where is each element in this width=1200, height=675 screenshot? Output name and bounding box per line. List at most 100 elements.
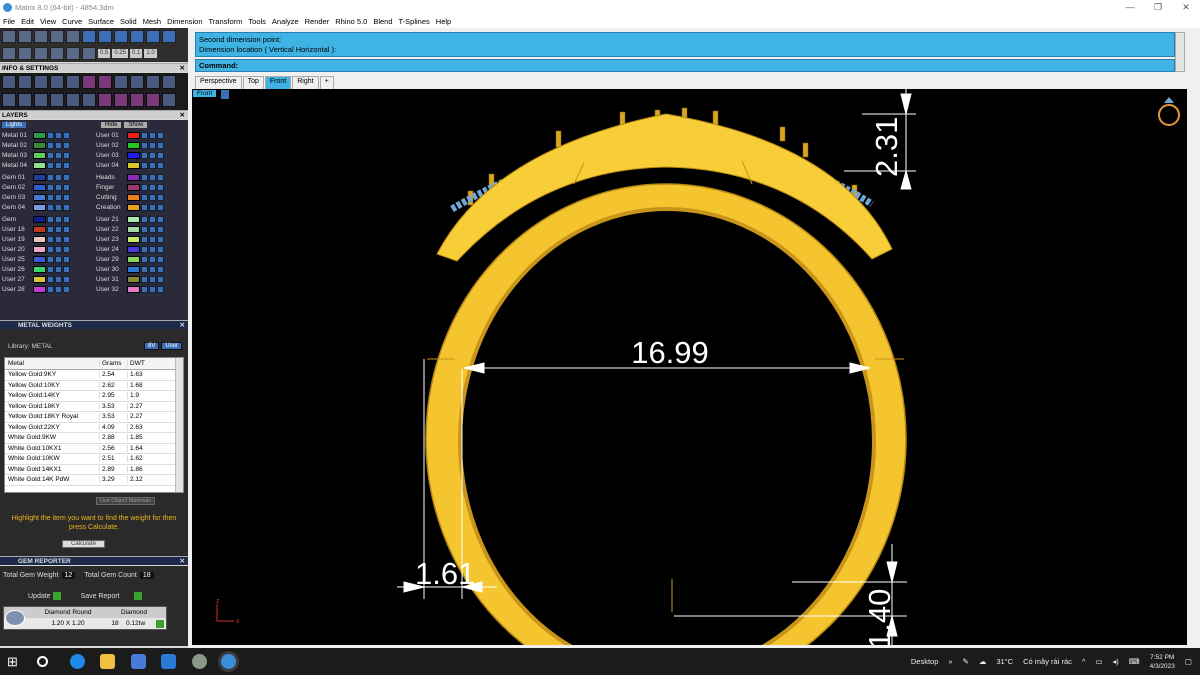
lock-icon[interactable] [141,266,148,273]
visibility-icon[interactable] [149,266,156,273]
layer-option-icon[interactable] [157,236,164,243]
settings-button[interactable] [114,93,128,107]
layer-row[interactable]: User 27 [0,275,70,284]
visibility-icon[interactable] [149,142,156,149]
lock-icon[interactable] [141,286,148,293]
tool-button[interactable] [82,30,96,43]
layer-row[interactable]: User 02 [94,141,164,150]
layer-option-icon[interactable] [63,226,70,233]
close-icon[interactable]: ✕ [180,111,185,120]
lock-icon[interactable] [141,174,148,181]
save-report-button[interactable]: Save Report [81,592,142,600]
visibility-icon[interactable] [149,174,156,181]
layer-row[interactable]: User 30 [94,265,164,274]
command-input[interactable]: Command: [195,59,1175,72]
layer-row[interactable]: Gem 03 [0,193,70,202]
layer-row[interactable]: Gem [0,215,70,224]
layer-option-icon[interactable] [157,286,164,293]
settings-button[interactable] [146,75,160,89]
lock-icon[interactable] [47,266,54,273]
visibility-icon[interactable] [55,246,62,253]
layer-row[interactable]: Gem 01 [0,173,70,182]
tool-button[interactable] [162,30,176,43]
tab-top[interactable]: Top [242,76,264,89]
lock-icon[interactable] [47,226,54,233]
visibility-icon[interactable] [55,276,62,283]
layer-option-icon[interactable] [63,152,70,159]
search-icon[interactable] [37,656,48,667]
maximize-button[interactable]: ❐ [1144,0,1172,14]
layer-color-swatch[interactable] [127,226,140,233]
visibility-icon[interactable] [149,226,156,233]
layer-color-swatch[interactable] [127,276,140,283]
table-row[interactable]: Yellow Gold:9KY 2.54 1.63 [5,370,183,381]
layer-row[interactable]: User 20 [0,245,70,254]
step-value[interactable]: 0.1 [130,49,143,58]
settings-button[interactable] [130,75,144,89]
table-row[interactable]: White Gold:10KX1 2.56 1.64 [5,444,183,454]
settings-button[interactable] [114,75,128,89]
tool-button[interactable] [66,47,80,60]
visibility-icon[interactable] [149,132,156,139]
visibility-icon[interactable] [149,246,156,253]
table-row[interactable]: Yellow Gold:22KY 4.09 2.63 [5,423,183,433]
tool-button[interactable] [2,47,16,60]
lock-icon[interactable] [47,184,54,191]
settings-button[interactable] [34,75,48,89]
lock-icon[interactable] [141,142,148,149]
visibility-icon[interactable] [55,266,62,273]
layer-option-icon[interactable] [63,174,70,181]
visibility-icon[interactable] [55,194,62,201]
layer-row[interactable]: User 18 [0,225,70,234]
keyboard-icon[interactable]: ⌨ [1129,657,1140,666]
lock-icon[interactable] [47,142,54,149]
layer-row[interactable]: User 29 [94,255,164,264]
lock-icon[interactable] [47,216,54,223]
close-icon[interactable]: ✕ [180,64,185,73]
settings-button[interactable] [98,93,112,107]
layer-option-icon[interactable] [63,236,70,243]
layer-row[interactable]: Gem 04 [0,203,70,212]
settings-button[interactable] [82,75,96,89]
table-row[interactable]: White Gold:9KW 2.88 1.85 [5,433,183,444]
close-icon[interactable]: ✕ [180,321,185,330]
volume-icon[interactable]: ◂) [1113,657,1119,666]
menu-item[interactable]: Dimension [164,17,205,26]
pen-icon[interactable]: ✎ [963,657,969,666]
hide-button[interactable]: Hide [101,122,122,128]
menu-item[interactable]: Analyze [269,17,302,26]
layer-color-swatch[interactable] [33,216,46,223]
layer-color-swatch[interactable] [33,286,46,293]
layer-row[interactable]: Metal 01 [0,131,70,140]
weather-temp[interactable]: 31°C [996,657,1013,666]
calculate-button[interactable]: Calculate [62,540,106,548]
lock-icon[interactable] [47,236,54,243]
layer-color-swatch[interactable] [33,184,46,191]
lock-icon[interactable] [141,184,148,191]
settings-button[interactable] [98,75,112,89]
layer-row[interactable]: User 01 [94,131,164,140]
layer-option-icon[interactable] [157,184,164,191]
chevron-up-icon[interactable]: ^ [1082,657,1086,666]
layer-color-swatch[interactable] [33,152,46,159]
layer-row[interactable]: User 32 [94,285,164,294]
step-value[interactable]: 1.0 [144,49,157,58]
clock[interactable]: 7:52 PM 4/3/2023 [1150,653,1175,671]
visibility-icon[interactable] [55,142,62,149]
settings-button[interactable] [162,75,176,89]
menu-item[interactable]: Render [302,17,333,26]
visibility-icon[interactable] [55,236,62,243]
visibility-icon[interactable] [55,184,62,191]
lock-icon[interactable] [47,246,54,253]
visibility-icon[interactable] [149,256,156,263]
settings-button[interactable] [50,75,64,89]
layer-color-swatch[interactable] [127,286,140,293]
desktop-toolbar[interactable]: Desktop [911,657,939,666]
tab-right[interactable]: Right [292,76,319,89]
lock-icon[interactable] [47,132,54,139]
lock-icon[interactable] [47,174,54,181]
settings-button[interactable] [146,93,160,107]
layer-option-icon[interactable] [63,246,70,253]
settings-button[interactable] [66,75,80,89]
visibility-icon[interactable] [149,162,156,169]
